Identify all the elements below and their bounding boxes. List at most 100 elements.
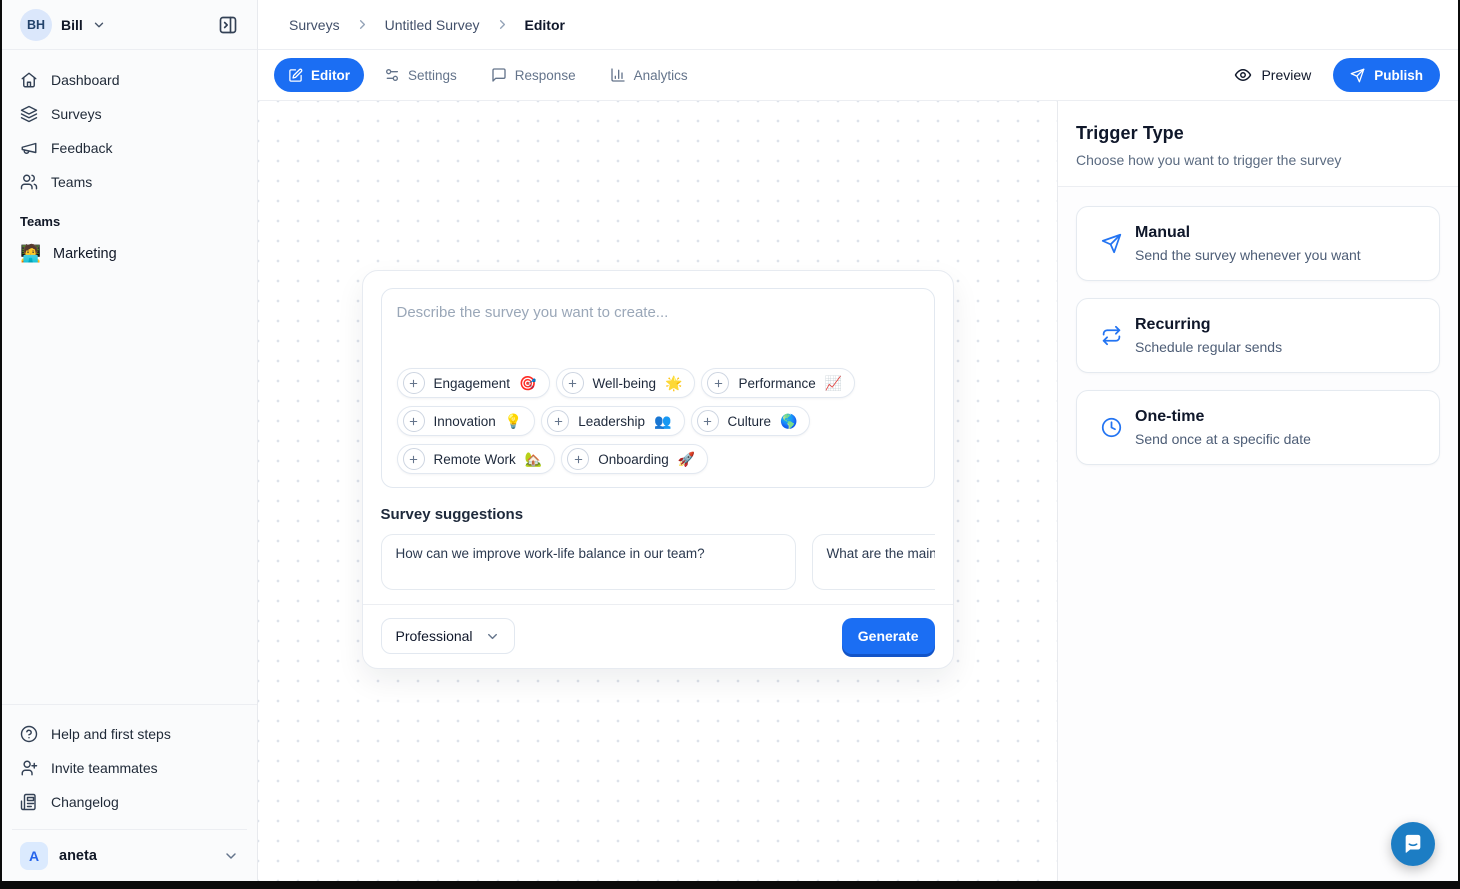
plus-icon — [403, 448, 425, 470]
topic-emoji: 🌎 — [780, 413, 797, 430]
trigger-type-panel: Trigger Type Choose how you want to trig… — [1058, 101, 1458, 881]
sidebar-item-label: Dashboard — [51, 72, 120, 88]
chat-launcher-button[interactable] — [1391, 822, 1435, 866]
preview-label: Preview — [1261, 67, 1311, 83]
newspaper-icon — [20, 793, 38, 811]
sidebar-item-surveys[interactable]: Surveys — [12, 97, 247, 131]
topic-emoji: 🎯 — [519, 375, 536, 392]
account-name[interactable]: Bill — [61, 17, 83, 33]
tab-label: Response — [515, 68, 576, 83]
sidebar-item-changelog[interactable]: Changelog — [12, 785, 247, 819]
prompt-placeholder: Describe the survey you want to create..… — [397, 304, 919, 321]
sidebar-item-teams[interactable]: Teams — [12, 165, 247, 199]
trigger-option-manual[interactable]: Manual Send the survey whenever you want — [1076, 206, 1440, 281]
sidebar-item-invite[interactable]: Invite teammates — [12, 751, 247, 785]
topic-chips: Engagement🎯 Well-being 🌟 Performance 📈 Inn… — [397, 368, 919, 474]
panel-toggle-icon — [218, 15, 238, 35]
breadcrumb-surveys[interactable]: Surveys — [289, 17, 340, 33]
tab-label: Analytics — [634, 68, 688, 83]
topic-emoji: 🚀 — [678, 451, 695, 468]
topic-chip-engagement[interactable]: Engagement🎯 — [397, 368, 550, 398]
sidebar: BH Bill Dashboard Surveys Feedback — [2, 0, 258, 881]
suggestions-row: How can we improve work-life balance in … — [381, 534, 935, 590]
breadcrumb-untitled-survey[interactable]: Untitled Survey — [385, 17, 480, 33]
tab-editor[interactable]: Editor — [274, 58, 364, 92]
user-plus-icon — [20, 759, 38, 777]
topic-chip-culture[interactable]: Culture 🌎 — [691, 406, 811, 436]
option-description: Send once at a specific date — [1135, 431, 1311, 447]
tone-select[interactable]: Professional — [381, 618, 515, 654]
sidebar-item-feedback[interactable]: Feedback — [12, 131, 247, 165]
sliders-icon — [384, 67, 400, 83]
teams-list: 🧑‍💻 Marketing — [2, 232, 257, 272]
sidebar-item-label: Help and first steps — [51, 726, 171, 742]
help-circle-icon — [20, 725, 38, 743]
publish-button[interactable]: Publish — [1333, 58, 1440, 92]
preview-button[interactable]: Preview — [1222, 66, 1323, 84]
home-icon — [20, 71, 38, 89]
tab-analytics[interactable]: Analytics — [596, 58, 702, 92]
publish-label: Publish — [1374, 68, 1423, 83]
sidebar-toggle-button[interactable] — [213, 10, 243, 40]
users-icon — [20, 173, 38, 191]
survey-composer-card: Describe the survey you want to create..… — [362, 270, 954, 669]
tab-settings[interactable]: Settings — [370, 58, 471, 92]
sidebar-item-label: Invite teammates — [51, 760, 158, 776]
tab-bar: Editor Settings Response Analytics Previ… — [258, 50, 1458, 101]
breadcrumb-editor: Editor — [525, 17, 565, 33]
topic-label: Well-being — [593, 376, 657, 391]
topic-chip-performance[interactable]: Performance 📈 — [701, 368, 855, 398]
main-area: Surveys Untitled Survey Editor Editor Se… — [258, 0, 1458, 881]
chevron-down-icon — [223, 848, 239, 864]
avatar: BH — [20, 9, 52, 41]
plus-icon — [547, 410, 569, 432]
sidebar-item-dashboard[interactable]: Dashboard — [12, 63, 247, 97]
app-window: BH Bill Dashboard Surveys Feedback — [2, 0, 1458, 881]
sidebar-footer: Help and first steps Invite teammates Ch… — [2, 704, 257, 881]
generate-button[interactable]: Generate — [842, 618, 935, 654]
plus-icon — [697, 410, 719, 432]
sidebar-header: BH Bill — [2, 0, 257, 50]
topic-label: Leadership — [578, 414, 645, 429]
topic-chip-onboarding[interactable]: Onboarding 🚀 — [561, 444, 708, 474]
trigger-option-recurring[interactable]: Recurring Schedule regular sends — [1076, 298, 1440, 373]
chevron-down-icon[interactable] — [92, 18, 106, 32]
trigger-option-one-time[interactable]: One-time Send once at a specific date — [1076, 390, 1440, 465]
option-title: Recurring — [1135, 316, 1282, 334]
plus-icon — [707, 372, 729, 394]
chat-bubble-icon — [491, 67, 507, 83]
topic-chip-leadership[interactable]: Leadership👥 — [541, 406, 684, 436]
survey-prompt-input[interactable]: Describe the survey you want to create..… — [381, 288, 935, 488]
send-icon — [1350, 68, 1365, 83]
trigger-options: Manual Send the survey whenever you want… — [1058, 187, 1458, 484]
composer-footer: Professional Generate — [363, 604, 953, 668]
topic-label: Onboarding — [598, 452, 669, 467]
topic-emoji: 🌟 — [665, 375, 682, 392]
topic-emoji: 🏡 — [525, 451, 542, 468]
topic-label: Culture — [728, 414, 772, 429]
topic-chip-well-being[interactable]: Well-being 🌟 — [556, 368, 696, 398]
panel-title: Trigger Type — [1076, 123, 1440, 144]
bar-chart-icon — [610, 67, 626, 83]
sidebar-item-label: Teams — [51, 174, 92, 190]
layers-icon — [20, 105, 38, 123]
chat-smile-icon — [1402, 833, 1424, 855]
plus-icon — [403, 372, 425, 394]
topic-chip-remote-work[interactable]: Remote Work🏡 — [397, 444, 556, 474]
tab-response[interactable]: Response — [477, 58, 590, 92]
sidebar-nav: Dashboard Surveys Feedback Teams — [2, 50, 257, 199]
topic-emoji: 📈 — [825, 375, 842, 392]
trigger-panel-header: Trigger Type Choose how you want to trig… — [1058, 101, 1458, 187]
eye-icon — [1234, 66, 1252, 84]
topic-emoji: 💡 — [505, 413, 522, 430]
topic-chip-innovation[interactable]: Innovation💡 — [397, 406, 536, 436]
topic-label: Performance — [738, 376, 815, 391]
sidebar-item-label: Surveys — [51, 106, 102, 122]
plus-icon — [562, 372, 584, 394]
suggestion-card[interactable]: What are the main ob — [812, 534, 935, 590]
megaphone-icon — [20, 139, 38, 157]
sidebar-item-help[interactable]: Help and first steps — [12, 717, 247, 751]
workspace-user-button[interactable]: A aneta — [12, 829, 247, 881]
suggestion-card[interactable]: How can we improve work-life balance in … — [381, 534, 796, 590]
sidebar-team-marketing[interactable]: 🧑‍💻 Marketing — [12, 236, 247, 272]
